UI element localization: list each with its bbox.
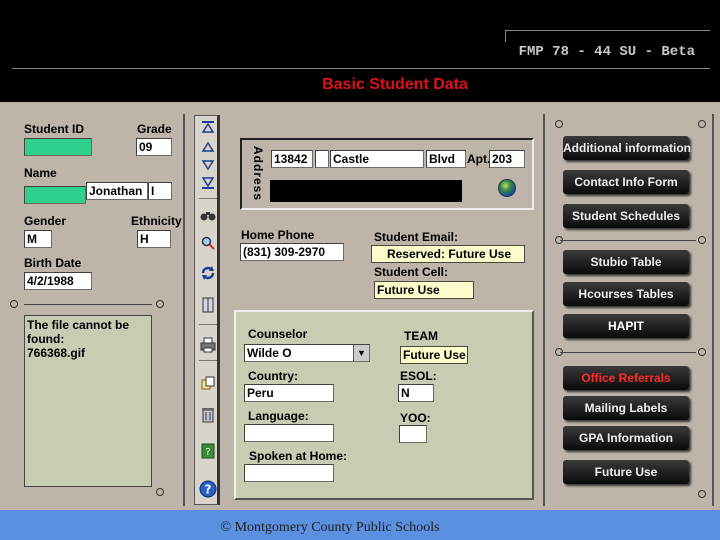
counselor-dropdown[interactable]: Wilde O ▼ <box>244 344 370 362</box>
screen-title: Basic Student Data <box>322 76 468 93</box>
help-book-icon[interactable]: ? <box>199 442 217 460</box>
name-label: Name <box>24 166 57 180</box>
first-name-field[interactable]: Jonathan <box>86 182 148 200</box>
yoo-field[interactable] <box>399 425 427 443</box>
record-toolbar: ? ? <box>194 115 220 505</box>
country-label: Country: <box>248 369 298 383</box>
gender-field[interactable]: M <box>24 230 52 248</box>
student-email-label: Student Email: <box>374 230 459 244</box>
student-photo: The file cannot be found: 766368.gif <box>24 315 152 487</box>
previous-record-icon[interactable] <box>199 138 217 156</box>
header-rule <box>12 68 710 69</box>
divider-ring <box>10 300 18 308</box>
divider-ring <box>156 488 164 496</box>
birth-date-field[interactable]: 4/2/1988 <box>24 272 92 290</box>
office-referrals-button[interactable]: Office Referrals <box>563 366 689 390</box>
copyright-text: © Montgomery County Public Schools <box>220 520 440 535</box>
country-field[interactable]: Peru <box>244 384 334 402</box>
divider-ring <box>698 120 706 128</box>
mailing-labels-button[interactable]: Mailing Labels <box>563 396 689 420</box>
chevron-down-icon[interactable]: ▼ <box>353 345 369 361</box>
header-rule <box>505 30 506 42</box>
divider-ring <box>698 236 706 244</box>
gpa-information-button[interactable]: GPA Information <box>563 426 689 450</box>
photo-missing-message: The file cannot be found: 766368.gif <box>27 318 130 360</box>
toolbar-separator <box>199 198 217 199</box>
address-label: Address <box>251 146 265 202</box>
birth-date-label: Birth Date <box>24 256 82 270</box>
gender-label: Gender <box>24 214 67 228</box>
spoken-at-home-field[interactable] <box>244 464 334 482</box>
hapit-button[interactable]: HAPIT <box>563 314 689 338</box>
trash-icon[interactable] <box>199 406 217 424</box>
address-line2-field[interactable] <box>270 180 462 202</box>
toolbar-separator <box>199 360 217 361</box>
apt-label: Apt. <box>467 152 491 166</box>
counselor-value: Wilde O <box>247 346 292 360</box>
counselor-label: Counselor <box>248 327 308 341</box>
magnifier-icon[interactable] <box>199 234 217 252</box>
toolbar-divider <box>183 114 185 506</box>
divider-line <box>24 304 152 305</box>
refresh-icon[interactable] <box>199 264 217 282</box>
divider-ring <box>698 490 706 498</box>
team-label: TEAM <box>404 329 438 343</box>
help-icon[interactable]: ? <box>199 480 217 498</box>
language-label: Language: <box>248 409 309 423</box>
last-record-icon[interactable] <box>199 174 217 192</box>
book-icon[interactable] <box>199 296 217 314</box>
team-field[interactable]: Future Use <box>400 346 468 364</box>
student-id-label: Student ID <box>24 122 84 136</box>
side-panel-divider <box>543 114 545 506</box>
esol-label: ESOL: <box>400 369 437 383</box>
student-id-field[interactable] <box>24 138 92 156</box>
header-rule <box>505 30 710 31</box>
app-version: FMP 78 - 44 SU - Beta <box>518 44 695 60</box>
side-separator <box>560 240 696 241</box>
svg-text:?: ? <box>205 447 210 458</box>
student-cell-label: Student Cell: <box>374 265 448 279</box>
svg-text:?: ? <box>205 483 212 497</box>
printer-icon[interactable] <box>199 336 217 354</box>
street-direction-field[interactable] <box>315 150 329 168</box>
additional-information-button[interactable]: Additional information <box>563 136 691 160</box>
middle-initial-field[interactable]: I <box>148 182 172 200</box>
home-phone-field[interactable]: (831) 309-2970 <box>240 243 344 261</box>
side-separator <box>560 352 696 353</box>
divider-ring <box>555 120 563 128</box>
divider-ring <box>156 300 164 308</box>
student-email-field[interactable]: Reserved: Future Use <box>371 245 525 263</box>
street-name-field[interactable]: Castle <box>330 150 424 168</box>
esol-field[interactable]: N <box>398 384 434 402</box>
apt-field[interactable]: 203 <box>489 150 525 168</box>
grade-label: Grade <box>137 122 172 136</box>
ethnicity-field[interactable]: H <box>137 230 171 248</box>
language-field[interactable] <box>244 424 334 442</box>
student-cell-field[interactable]: Future Use <box>374 281 474 299</box>
first-record-icon[interactable] <box>199 118 217 136</box>
last-name-field[interactable] <box>24 186 86 204</box>
binoculars-icon[interactable] <box>199 206 217 224</box>
contact-info-form-button[interactable]: Contact Info Form <box>563 170 689 194</box>
home-phone-label: Home Phone <box>241 228 315 242</box>
future-use-button[interactable]: Future Use <box>563 460 689 484</box>
side-panel-divider <box>712 114 714 506</box>
globe-icon[interactable] <box>498 179 516 197</box>
divider-ring <box>698 348 706 356</box>
hcourses-tables-button[interactable]: Hcourses Tables <box>563 282 689 306</box>
street-suffix-field[interactable]: Blvd <box>426 150 466 168</box>
ethnicity-label: Ethnicity <box>131 214 182 228</box>
toolbar-separator <box>199 324 217 325</box>
next-record-icon[interactable] <box>199 156 217 174</box>
yoo-label: YOO: <box>400 411 431 425</box>
spoken-at-home-label: Spoken at Home: <box>249 449 348 463</box>
copy-icon[interactable] <box>199 374 217 392</box>
student-schedules-button[interactable]: Student Schedules <box>563 204 689 228</box>
studio-table-button[interactable]: Stubio Table <box>563 250 689 274</box>
grade-field[interactable]: 09 <box>136 138 172 156</box>
street-number-field[interactable]: 13842 <box>271 150 313 168</box>
